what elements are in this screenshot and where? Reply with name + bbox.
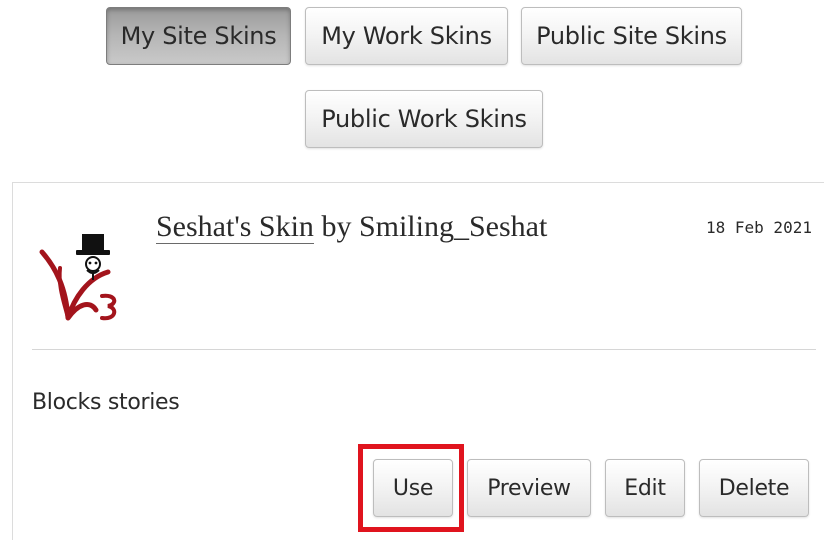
- tab-public-site-skins[interactable]: Public Site Skins: [521, 7, 742, 65]
- divider: [32, 349, 816, 350]
- preview-button[interactable]: Preview: [467, 459, 591, 517]
- skin-date: 18 Feb 2021: [706, 218, 812, 237]
- skin-description: Blocks stories: [32, 390, 180, 415]
- tab-my-site-skins[interactable]: My Site Skins: [106, 7, 291, 65]
- edit-button[interactable]: Edit: [605, 459, 685, 517]
- skin-author: Smiling_Seshat: [358, 210, 548, 243]
- delete-button[interactable]: Delete: [699, 459, 809, 517]
- tab-my-work-skins[interactable]: My Work Skins: [305, 7, 508, 65]
- skin-by-text: by: [321, 210, 352, 243]
- highlight-box: [358, 444, 464, 532]
- top-hat-mascot-icon: [39, 234, 117, 321]
- skin-title-link[interactable]: Seshat's Skin: [156, 210, 314, 244]
- tab-public-work-skins[interactable]: Public Work Skins: [305, 90, 543, 148]
- skin-heading: Seshat's Skin by Smiling_Seshat: [156, 210, 547, 244]
- skin-icon: [38, 228, 122, 324]
